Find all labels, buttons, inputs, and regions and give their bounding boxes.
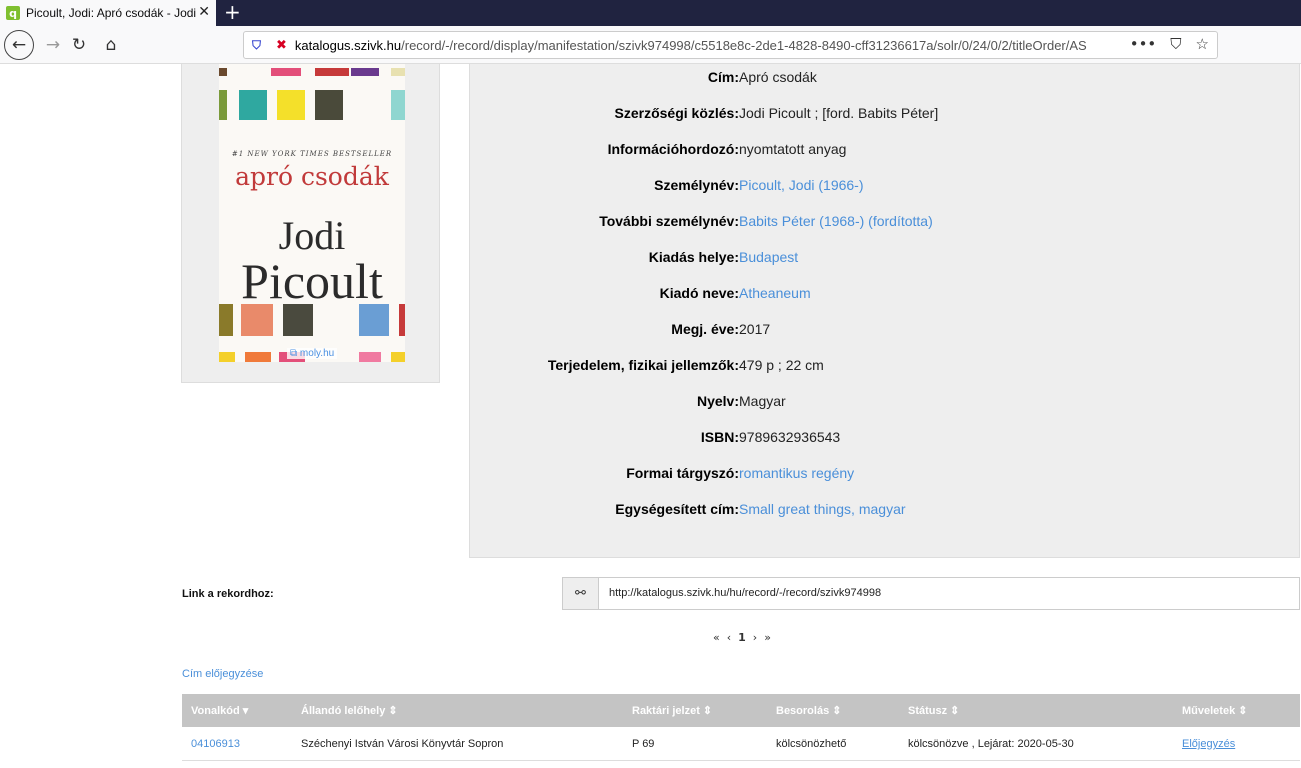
detail-row: Nyelv: Magyar bbox=[696, 393, 786, 409]
detail-row: Kiadás helye: Budapest bbox=[648, 249, 799, 265]
bookmark-star-icon[interactable]: ☆ bbox=[1196, 35, 1209, 53]
publisher-link[interactable]: Atheaneum bbox=[739, 285, 811, 301]
record-details: Cím: Apró csodák Szerzőségi közlés: Jodi P… bbox=[469, 64, 1300, 558]
tab-bar: q Picoult, Jodi: Apró csodák - Jodi Pico… bbox=[0, 0, 1301, 26]
detail-row: Megj. éve: 2017 bbox=[671, 321, 771, 337]
reserve-button[interactable]: Előjegyzés bbox=[1182, 738, 1235, 750]
url-text[interactable]: katalogus.szivk.hu/record/-/record/displ… bbox=[295, 38, 1125, 53]
nav-bar: ← → ↻ ⌂ ⛉ ✖ katalogus.szivk.hu/record/-/… bbox=[0, 26, 1301, 64]
tab-title: Picoult, Jodi: Apró csodák - Jodi Picoul… bbox=[26, 6, 196, 20]
record-link-group: ⚯ bbox=[562, 577, 1300, 610]
table-row: 04106913 Széchenyi István Városi Könyvtá… bbox=[182, 727, 1300, 761]
forward-arrow-icon[interactable]: → bbox=[40, 32, 66, 58]
barcode-link[interactable]: 04106913 bbox=[191, 738, 240, 750]
cover-source-link[interactable]: ⧉ moly.hu bbox=[287, 348, 338, 359]
pocket-icon[interactable]: ⛉ bbox=[1170, 35, 1181, 53]
detail-row: Terjedelem, fizikai jellemzők: 479 p ; 22… bbox=[547, 357, 824, 373]
detail-row: Cím: Apró csodák bbox=[707, 69, 817, 85]
cover-panel: #1 NEW YORK TIMES BESTSELLER apró csodák… bbox=[181, 64, 440, 383]
cover-title: apró csodák bbox=[235, 162, 389, 191]
detail-row: Kiadó neve: Atheaneum bbox=[659, 285, 811, 301]
author-link[interactable]: Picoult, Jodi (1966-) bbox=[739, 177, 864, 193]
prev-page-button[interactable]: ‹ bbox=[727, 631, 731, 644]
last-page-button[interactable]: » bbox=[764, 631, 771, 644]
col-shelfmark[interactable]: Raktári jelzet ⇕ bbox=[632, 704, 712, 717]
detail-row: Szerzőségi közlés: Jodi Picoult ; [ford. … bbox=[614, 105, 939, 121]
col-category[interactable]: Besorolás ⇕ bbox=[776, 704, 841, 717]
record-link-label: Link a rekordhoz: bbox=[182, 588, 274, 600]
col-actions[interactable]: Műveletek ⇕ bbox=[1182, 704, 1247, 717]
reload-icon[interactable]: ↻ bbox=[66, 32, 92, 58]
next-page-button[interactable]: › bbox=[753, 631, 757, 644]
detail-row: További személynév: Babits Péter (1968-) … bbox=[599, 213, 933, 229]
detail-row: ISBN: 9789632936543 bbox=[700, 429, 841, 445]
detail-row: Formai tárgyszó: romantikus regény bbox=[626, 465, 855, 481]
col-location[interactable]: Állandó lelőhely ⇕ bbox=[301, 704, 398, 717]
cover-bestseller-text: #1 NEW YORK TIMES BESTSELLER bbox=[231, 150, 393, 158]
col-status[interactable]: Státusz ⇕ bbox=[908, 704, 959, 717]
back-arrow-icon[interactable]: ← bbox=[4, 30, 34, 60]
first-page-button[interactable]: « bbox=[713, 631, 720, 644]
cover-author-last: Picoult bbox=[241, 253, 383, 309]
detail-row: Információhordozó: nyomtatott anyag bbox=[607, 141, 847, 157]
tracking-shield-icon[interactable]: ⛉ bbox=[252, 38, 264, 52]
home-icon[interactable]: ⌂ bbox=[98, 32, 124, 58]
address-bar[interactable]: ⛉ ✖ katalogus.szivk.hu/record/-/record/d… bbox=[243, 31, 1218, 59]
record-link-input[interactable] bbox=[609, 587, 1289, 599]
browser-tab[interactable]: q Picoult, Jodi: Apró csodák - Jodi Pico… bbox=[0, 0, 216, 26]
link-chain-icon: ⚯ bbox=[563, 578, 599, 609]
uniform-title-link[interactable]: Small great things, magyar bbox=[739, 501, 906, 517]
detail-row: Egységesített cím: Small great things, ma… bbox=[615, 501, 906, 517]
cover-author-first: Jodi bbox=[278, 213, 346, 258]
shelfmark-cell: P 69 bbox=[632, 738, 655, 750]
location-cell: Széchenyi István Városi Könyvtár Sopron bbox=[301, 738, 504, 750]
site-favicon-icon: q bbox=[6, 6, 20, 20]
insecure-lock-icon[interactable]: ✖ bbox=[276, 38, 287, 53]
reserve-title-link[interactable]: Cím előjegyzése bbox=[182, 668, 263, 680]
more-actions-icon[interactable]: ••• bbox=[1130, 35, 1157, 53]
translator-link[interactable]: Babits Péter (1968-) (fordította) bbox=[739, 213, 933, 229]
book-cover-image[interactable]: #1 NEW YORK TIMES BESTSELLER apró csodák… bbox=[219, 64, 405, 362]
place-link[interactable]: Budapest bbox=[739, 249, 798, 265]
col-barcode[interactable]: Vonalkód ▾ bbox=[191, 704, 248, 717]
close-tab-icon[interactable]: ✕ bbox=[198, 4, 210, 20]
current-page[interactable]: 1 bbox=[738, 631, 746, 644]
category-cell: kölcsönözhető bbox=[776, 738, 847, 750]
pagination: « ‹ 1 › » bbox=[713, 631, 771, 644]
status-cell: kölcsönözve , Lejárat: 2020-05-30 bbox=[908, 738, 1074, 750]
genre-link[interactable]: romantikus regény bbox=[739, 465, 854, 481]
holdings-table-header: Vonalkód ▾ Állandó lelőhely ⇕ Raktári je… bbox=[182, 694, 1300, 727]
detail-row: Személynév: Picoult, Jodi (1966-) bbox=[654, 177, 864, 193]
new-tab-icon[interactable]: + bbox=[224, 0, 241, 24]
